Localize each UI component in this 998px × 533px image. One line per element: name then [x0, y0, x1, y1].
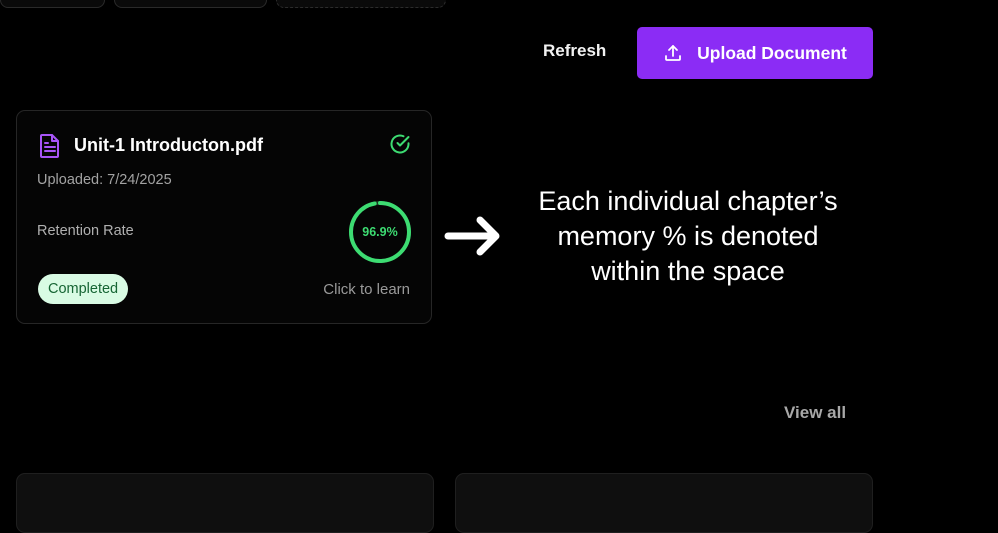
refresh-button[interactable]: Refresh — [532, 36, 617, 66]
top-filter-pill-2[interactable] — [114, 0, 267, 8]
document-card-partial-1[interactable] — [16, 473, 434, 533]
retention-value: 96.9% — [362, 225, 398, 239]
document-card-partial-2[interactable] — [455, 473, 873, 533]
annotation-line-1: Each individual chapter’s — [538, 186, 838, 216]
retention-progress-ring: 96.9% — [348, 200, 412, 264]
upload-document-label: Upload Document — [697, 42, 847, 63]
retention-rate-label: Retention Rate — [37, 223, 134, 239]
top-filter-pill-3[interactable] — [276, 0, 446, 8]
uploaded-date: Uploaded: 7/24/2025 — [37, 172, 172, 188]
document-card[interactable]: Unit-1 Introducton.pdf Uploaded: 7/24/20… — [16, 110, 432, 324]
check-circle-icon — [389, 133, 411, 160]
annotation-line-3: within the space — [591, 256, 785, 286]
click-to-learn-link[interactable]: Click to learn — [323, 281, 410, 298]
top-filter-pill-1[interactable] — [0, 0, 105, 8]
upload-icon — [663, 43, 683, 63]
file-text-icon — [39, 133, 61, 164]
document-title: Unit-1 Introducton.pdf — [74, 135, 263, 155]
annotation-text: Each individual chapter’s memory % is de… — [505, 184, 871, 289]
arrow-right-icon — [442, 212, 506, 265]
status-badge: Completed — [38, 274, 129, 304]
upload-document-button[interactable]: Upload Document — [637, 27, 873, 79]
view-all-link[interactable]: View all — [784, 403, 846, 423]
annotation-line-2: memory % is denoted — [557, 221, 819, 251]
